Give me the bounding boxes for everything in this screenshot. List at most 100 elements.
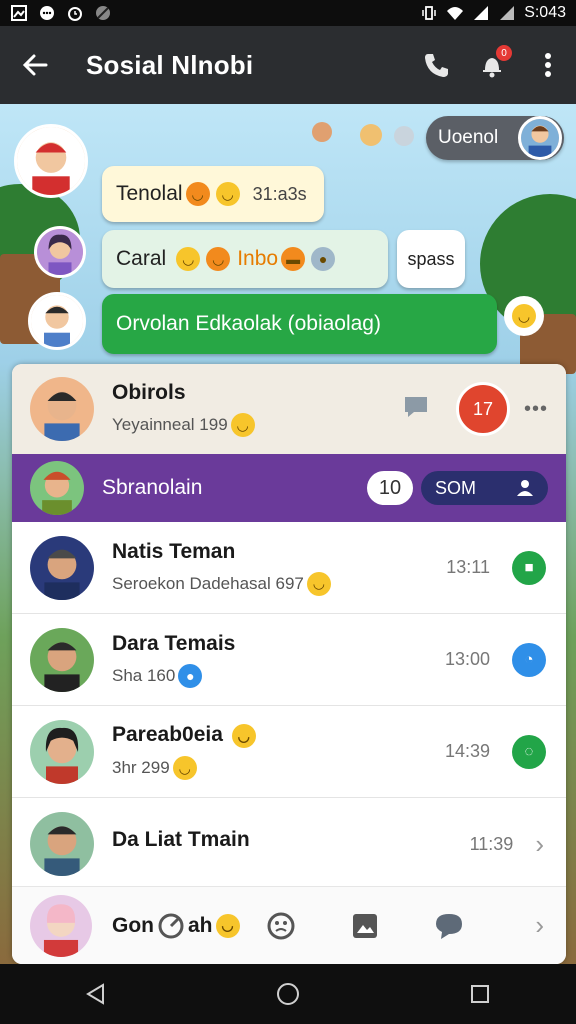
- smile-emoji-icon: ◡: [172, 756, 197, 781]
- status-bar: S:043: [0, 0, 576, 26]
- square-recents-icon: [471, 985, 489, 1003]
- avatar: [30, 461, 84, 515]
- chat-name: Pareab0eia ◡: [112, 723, 445, 749]
- page-title: Sosial Nlnobi: [86, 49, 254, 80]
- kebab-menu-icon: [545, 53, 551, 77]
- wifi-icon: [446, 4, 464, 22]
- notification-badge: 0: [496, 45, 512, 61]
- avatar[interactable]: [14, 124, 88, 198]
- alarm-icon: [66, 4, 84, 22]
- chat-time: 13:11: [446, 557, 490, 577]
- angry-emoji-icon: ▬: [281, 247, 306, 271]
- character-decoration: [312, 122, 332, 142]
- signal-icon: [472, 4, 490, 22]
- chevron-right-icon[interactable]: ›: [535, 910, 544, 941]
- image-icon: [352, 913, 377, 938]
- message-text: Caral: [116, 247, 167, 270]
- chat-row[interactable]: Da Liat Tmain 11:39 ›: [12, 798, 566, 890]
- gear-icon: [394, 126, 414, 146]
- person-icon: [517, 480, 533, 496]
- chat-preview-text: Yeyainneal 199: [112, 415, 228, 434]
- smile-emoji-icon: ◡: [206, 247, 231, 271]
- chat-name: Obirols: [112, 381, 186, 404]
- chat-button[interactable]: [429, 906, 469, 946]
- circle-home-icon: [277, 983, 299, 1005]
- back-button[interactable]: [0, 26, 70, 104]
- nav-back-button[interactable]: [72, 970, 120, 1018]
- wink-emoji-icon: ◡: [176, 247, 201, 271]
- more-icon[interactable]: •••: [524, 398, 548, 421]
- smile-emoji-icon: ◡: [185, 182, 210, 206]
- call-button[interactable]: [408, 37, 464, 93]
- message-text: spass: [407, 248, 455, 269]
- nav-recents-button[interactable]: [456, 970, 504, 1018]
- chat-row[interactable]: Dara Temais Sha 160 ● 13:00 ◔: [12, 614, 566, 706]
- chat-preview-text: Sha 160: [112, 665, 176, 685]
- refresh-icon[interactable]: [154, 906, 188, 946]
- group-tag-label: SOM: [434, 477, 476, 498]
- bottom-chat-name-text: Gon: [112, 913, 154, 937]
- globe-icon: ●: [178, 663, 203, 688]
- smile-emoji-icon: ◡: [231, 724, 256, 749]
- bottom-toolbar: Gon ah ◡ ›: [12, 886, 566, 964]
- message-bubble-incoming[interactable]: Caral ◡ ◡ Inbo ▬ ●: [102, 230, 388, 288]
- chat-bubble-icon[interactable]: [402, 394, 430, 425]
- emoji-button[interactable]: [261, 906, 301, 946]
- smile-emoji-icon: ◡: [215, 182, 240, 206]
- message-text: Tenolal: [116, 182, 183, 205]
- avatar[interactable]: [518, 116, 562, 160]
- message-text: Uoenol: [438, 127, 499, 148]
- chat-row[interactable]: Pareab0eia ◡ 3hr 299 ◡ 14:39 ◌: [12, 706, 566, 798]
- smile-emoji-icon: ◡: [230, 413, 255, 437]
- bottom-chat-name-suffix: ah: [188, 913, 213, 937]
- character-decoration: [360, 124, 382, 146]
- reaction-button[interactable]: ◡: [504, 296, 544, 336]
- chat-preview: Seroekon Dadehasal 697 ◡: [112, 571, 446, 596]
- chat-time: 11:39: [469, 833, 514, 854]
- avatar: [30, 812, 94, 876]
- chat-row[interactable]: Natis Teman Seroekon Dadehasal 697 ◡ 13:…: [12, 522, 566, 614]
- arrow-left-icon: [22, 54, 48, 76]
- chat-name: Da Liat Tmain: [112, 828, 250, 851]
- status-time: S:043: [524, 4, 566, 21]
- phone-icon: [425, 54, 448, 77]
- message-time: 31:a3s: [252, 183, 307, 204]
- chevron-right-icon[interactable]: ›: [535, 829, 544, 860]
- message-bubble-outgoing[interactable]: spass: [397, 230, 465, 288]
- chat-list-panel: Obirols Yeyainneal 199 ◡ 17 ••• Sbranola…: [12, 364, 566, 964]
- avatar: [30, 719, 94, 784]
- status-icon: ◌: [512, 734, 546, 769]
- chat-icon: [435, 913, 462, 939]
- message-bubble-highlighted[interactable]: Orvolan Edkaolak (obiaolag): [102, 294, 497, 354]
- smile-emoji-icon: ◡: [306, 571, 331, 596]
- chat-time: 13:00: [444, 649, 490, 669]
- chat-preview: Sha 160 ●: [112, 663, 445, 688]
- signal-icon: [498, 4, 516, 22]
- avatar[interactable]: [34, 226, 86, 278]
- bottom-chat-name: Gon ah ◡: [112, 906, 243, 946]
- emoji-icon: [267, 912, 295, 939]
- chat-preview: Yeyainneal 199 ◡: [112, 413, 402, 437]
- avatar[interactable]: [28, 292, 86, 350]
- pinned-chat-row[interactable]: Obirols Yeyainneal 199 ◡ 17 •••: [12, 364, 566, 454]
- unread-badge[interactable]: 17: [455, 382, 510, 436]
- media-button[interactable]: [345, 906, 385, 946]
- message-icon: [38, 4, 56, 22]
- message-bubble-incoming[interactable]: Tenolal ◡ ◡ 31:a3s: [102, 166, 324, 222]
- notifications-button[interactable]: 0: [464, 37, 520, 93]
- triangle-back-icon: [86, 983, 104, 1005]
- nav-home-button[interactable]: [264, 970, 312, 1018]
- message-extra-text: Inbo: [237, 247, 279, 270]
- message-text: Orvolan Edkaolak (obiaolag): [116, 312, 381, 335]
- system-nav-bar: [0, 964, 576, 1024]
- group-tag[interactable]: SOM: [420, 471, 548, 505]
- avatar: [30, 377, 94, 441]
- chat-name: Natis Teman: [112, 539, 236, 563]
- chat-time: 14:39: [444, 741, 490, 761]
- more-options-button[interactable]: [520, 37, 576, 93]
- chat-preview-text: Seroekon Dadehasal 697: [112, 573, 304, 593]
- highlighted-chat-row[interactable]: Sbranolain 10 SOM: [12, 454, 566, 522]
- avatar: [30, 627, 94, 692]
- status-icon: ◔: [512, 642, 546, 677]
- status-icon: ■: [512, 550, 546, 585]
